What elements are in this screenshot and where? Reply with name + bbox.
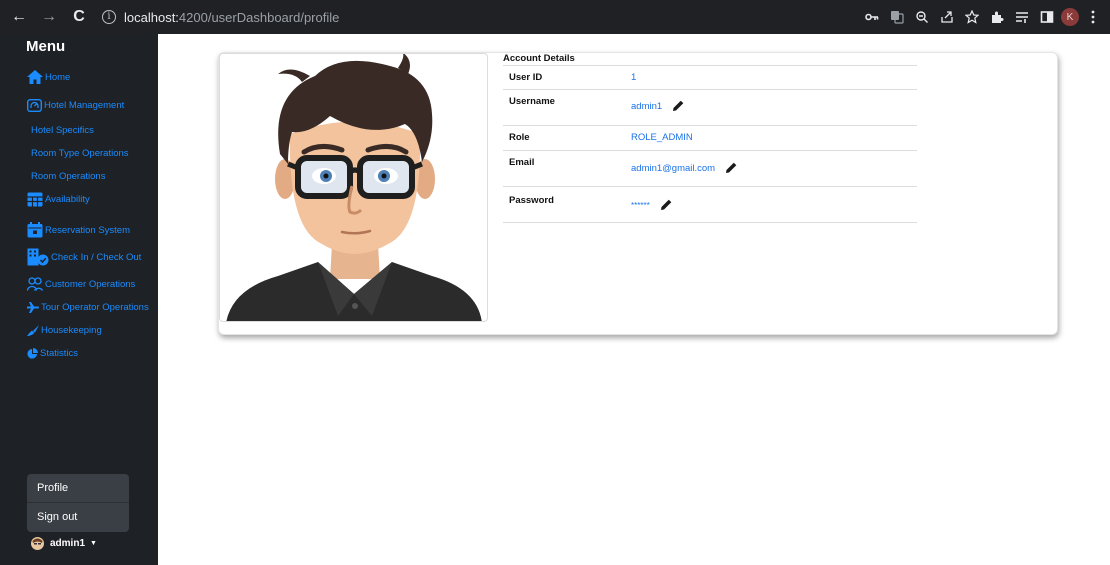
reload-icon[interactable]: C <box>68 6 90 28</box>
detail-row-role: Role ROLE_ADMIN <box>503 126 917 151</box>
caret-down-icon: ▼ <box>90 540 97 547</box>
user-id-value: 1 <box>631 72 637 83</box>
back-arrow-icon[interactable]: ← <box>8 6 30 28</box>
sidebar-item-label: Reservation System <box>45 224 131 236</box>
sign-out-menu-item[interactable]: Sign out <box>37 511 77 523</box>
building-check-icon <box>27 248 49 266</box>
detail-row-user-id: User ID 1 <box>503 66 917 90</box>
email-value-group: admin1@gmail.com <box>631 162 737 174</box>
sidebar-item-tour-operator-operations[interactable]: Tour Operator Operations <box>27 302 149 313</box>
side-panel-icon[interactable] <box>1036 7 1058 27</box>
sidebar-item-statistics[interactable]: Statistics <box>27 348 78 359</box>
sidebar-item-room-type-operations[interactable]: Room Type Operations <box>31 148 129 159</box>
sidebar-item-label: Tour Operator Operations <box>41 302 149 313</box>
profile-avatar-image <box>219 53 488 322</box>
sidebar-item-reservation-system[interactable]: Reservation System <box>27 222 130 238</box>
browser-toolbar: ← → C i localhost:4200/userDashboard/pro… <box>0 0 1110 34</box>
password-value-group: ****** <box>631 199 672 211</box>
sidebar-item-check-in-check-out[interactable]: Check In / Check Out <box>27 248 141 266</box>
role-value: ROLE_ADMIN <box>631 132 693 143</box>
browser-actions: K <box>858 7 1104 27</box>
role-label: Role <box>509 132 530 143</box>
profile-card: Account Details User ID 1 Username admin… <box>218 52 1058 335</box>
sidebar-item-customer-operations[interactable]: Customer Operations <box>27 277 135 291</box>
broom-icon <box>27 325 39 336</box>
sidebar-item-housekeeping[interactable]: Housekeeping <box>27 325 102 336</box>
sidebar-item-hotel-management[interactable]: Hotel Management <box>27 99 124 112</box>
sidebar-item-label: Availability <box>45 194 90 205</box>
edit-password-pencil-icon[interactable] <box>660 199 672 211</box>
email-label: Email <box>509 157 535 168</box>
user-avatar-icon <box>31 537 44 550</box>
sidebar: Menu Home Hotel Management Hotel Specifi… <box>0 34 158 565</box>
key-icon[interactable] <box>861 7 883 27</box>
username-value-group: admin1 <box>631 100 684 112</box>
zoom-icon[interactable] <box>911 7 933 27</box>
sidebar-item-label: Home <box>45 71 71 83</box>
plane-icon <box>27 302 39 313</box>
username-label: Username <box>509 96 555 107</box>
sidebar-item-label: Statistics <box>40 348 79 359</box>
user-id-label: User ID <box>509 72 543 83</box>
sidebar-item-label: Housekeeping <box>41 325 102 336</box>
extensions-icon[interactable] <box>986 7 1008 27</box>
detail-row-password: Password ****** <box>503 187 917 223</box>
forward-arrow-icon[interactable]: → <box>38 6 60 28</box>
email-value: admin1@gmail.com <box>631 162 716 174</box>
table-icon <box>27 192 43 207</box>
edit-username-pencil-icon[interactable] <box>672 100 684 112</box>
dropdown-divider <box>27 502 129 503</box>
pie-chart-icon <box>27 348 38 359</box>
url-text[interactable]: localhost:4200/userDashboard/profile <box>124 10 339 25</box>
sidebar-item-label: Hotel Management <box>44 100 125 111</box>
profile-avatar[interactable]: K <box>1061 8 1079 26</box>
sidebar-item-label: Customer Operations <box>45 278 136 290</box>
account-details-title: Account Details <box>503 53 917 66</box>
users-icon <box>27 277 43 291</box>
detail-row-username: Username admin1 <box>503 90 917 126</box>
share-icon[interactable] <box>936 7 958 27</box>
username-value: admin1 <box>631 100 663 112</box>
sidebar-item-home[interactable]: Home <box>27 70 70 84</box>
kebab-menu-icon[interactable] <box>1082 7 1104 27</box>
bookmark-star-icon[interactable] <box>961 7 983 27</box>
sidebar-item-hotel-specifics[interactable]: Hotel Specifics <box>31 125 94 136</box>
calendar-icon <box>27 222 43 238</box>
profile-menu-item[interactable]: Profile <box>37 482 68 494</box>
user-dropdown-menu: Profile Sign out <box>27 474 129 532</box>
hotel-management-icon <box>27 99 42 112</box>
account-details: Account Details User ID 1 Username admin… <box>503 53 917 223</box>
url-path: 4200/userDashboard/profile <box>178 9 340 25</box>
reading-list-icon[interactable] <box>1011 7 1033 27</box>
home-icon <box>27 70 43 84</box>
translate-icon[interactable] <box>886 7 908 27</box>
sidebar-item-room-operations[interactable]: Room Operations <box>31 171 105 182</box>
sidebar-title: Menu <box>26 38 66 55</box>
user-menu-toggle[interactable]: admin1 ▼ <box>31 537 97 550</box>
password-label: Password <box>509 195 554 206</box>
password-value: ****** <box>631 200 650 210</box>
site-info-icon[interactable]: i <box>102 10 116 24</box>
url-host: localhost: <box>124 9 179 25</box>
edit-email-pencil-icon[interactable] <box>725 162 737 174</box>
username-label: admin1 <box>50 538 86 549</box>
sidebar-item-label: Check In / Check Out <box>51 251 142 263</box>
detail-row-email: Email admin1@gmail.com <box>503 151 917 187</box>
sidebar-item-availability[interactable]: Availability <box>27 192 90 207</box>
